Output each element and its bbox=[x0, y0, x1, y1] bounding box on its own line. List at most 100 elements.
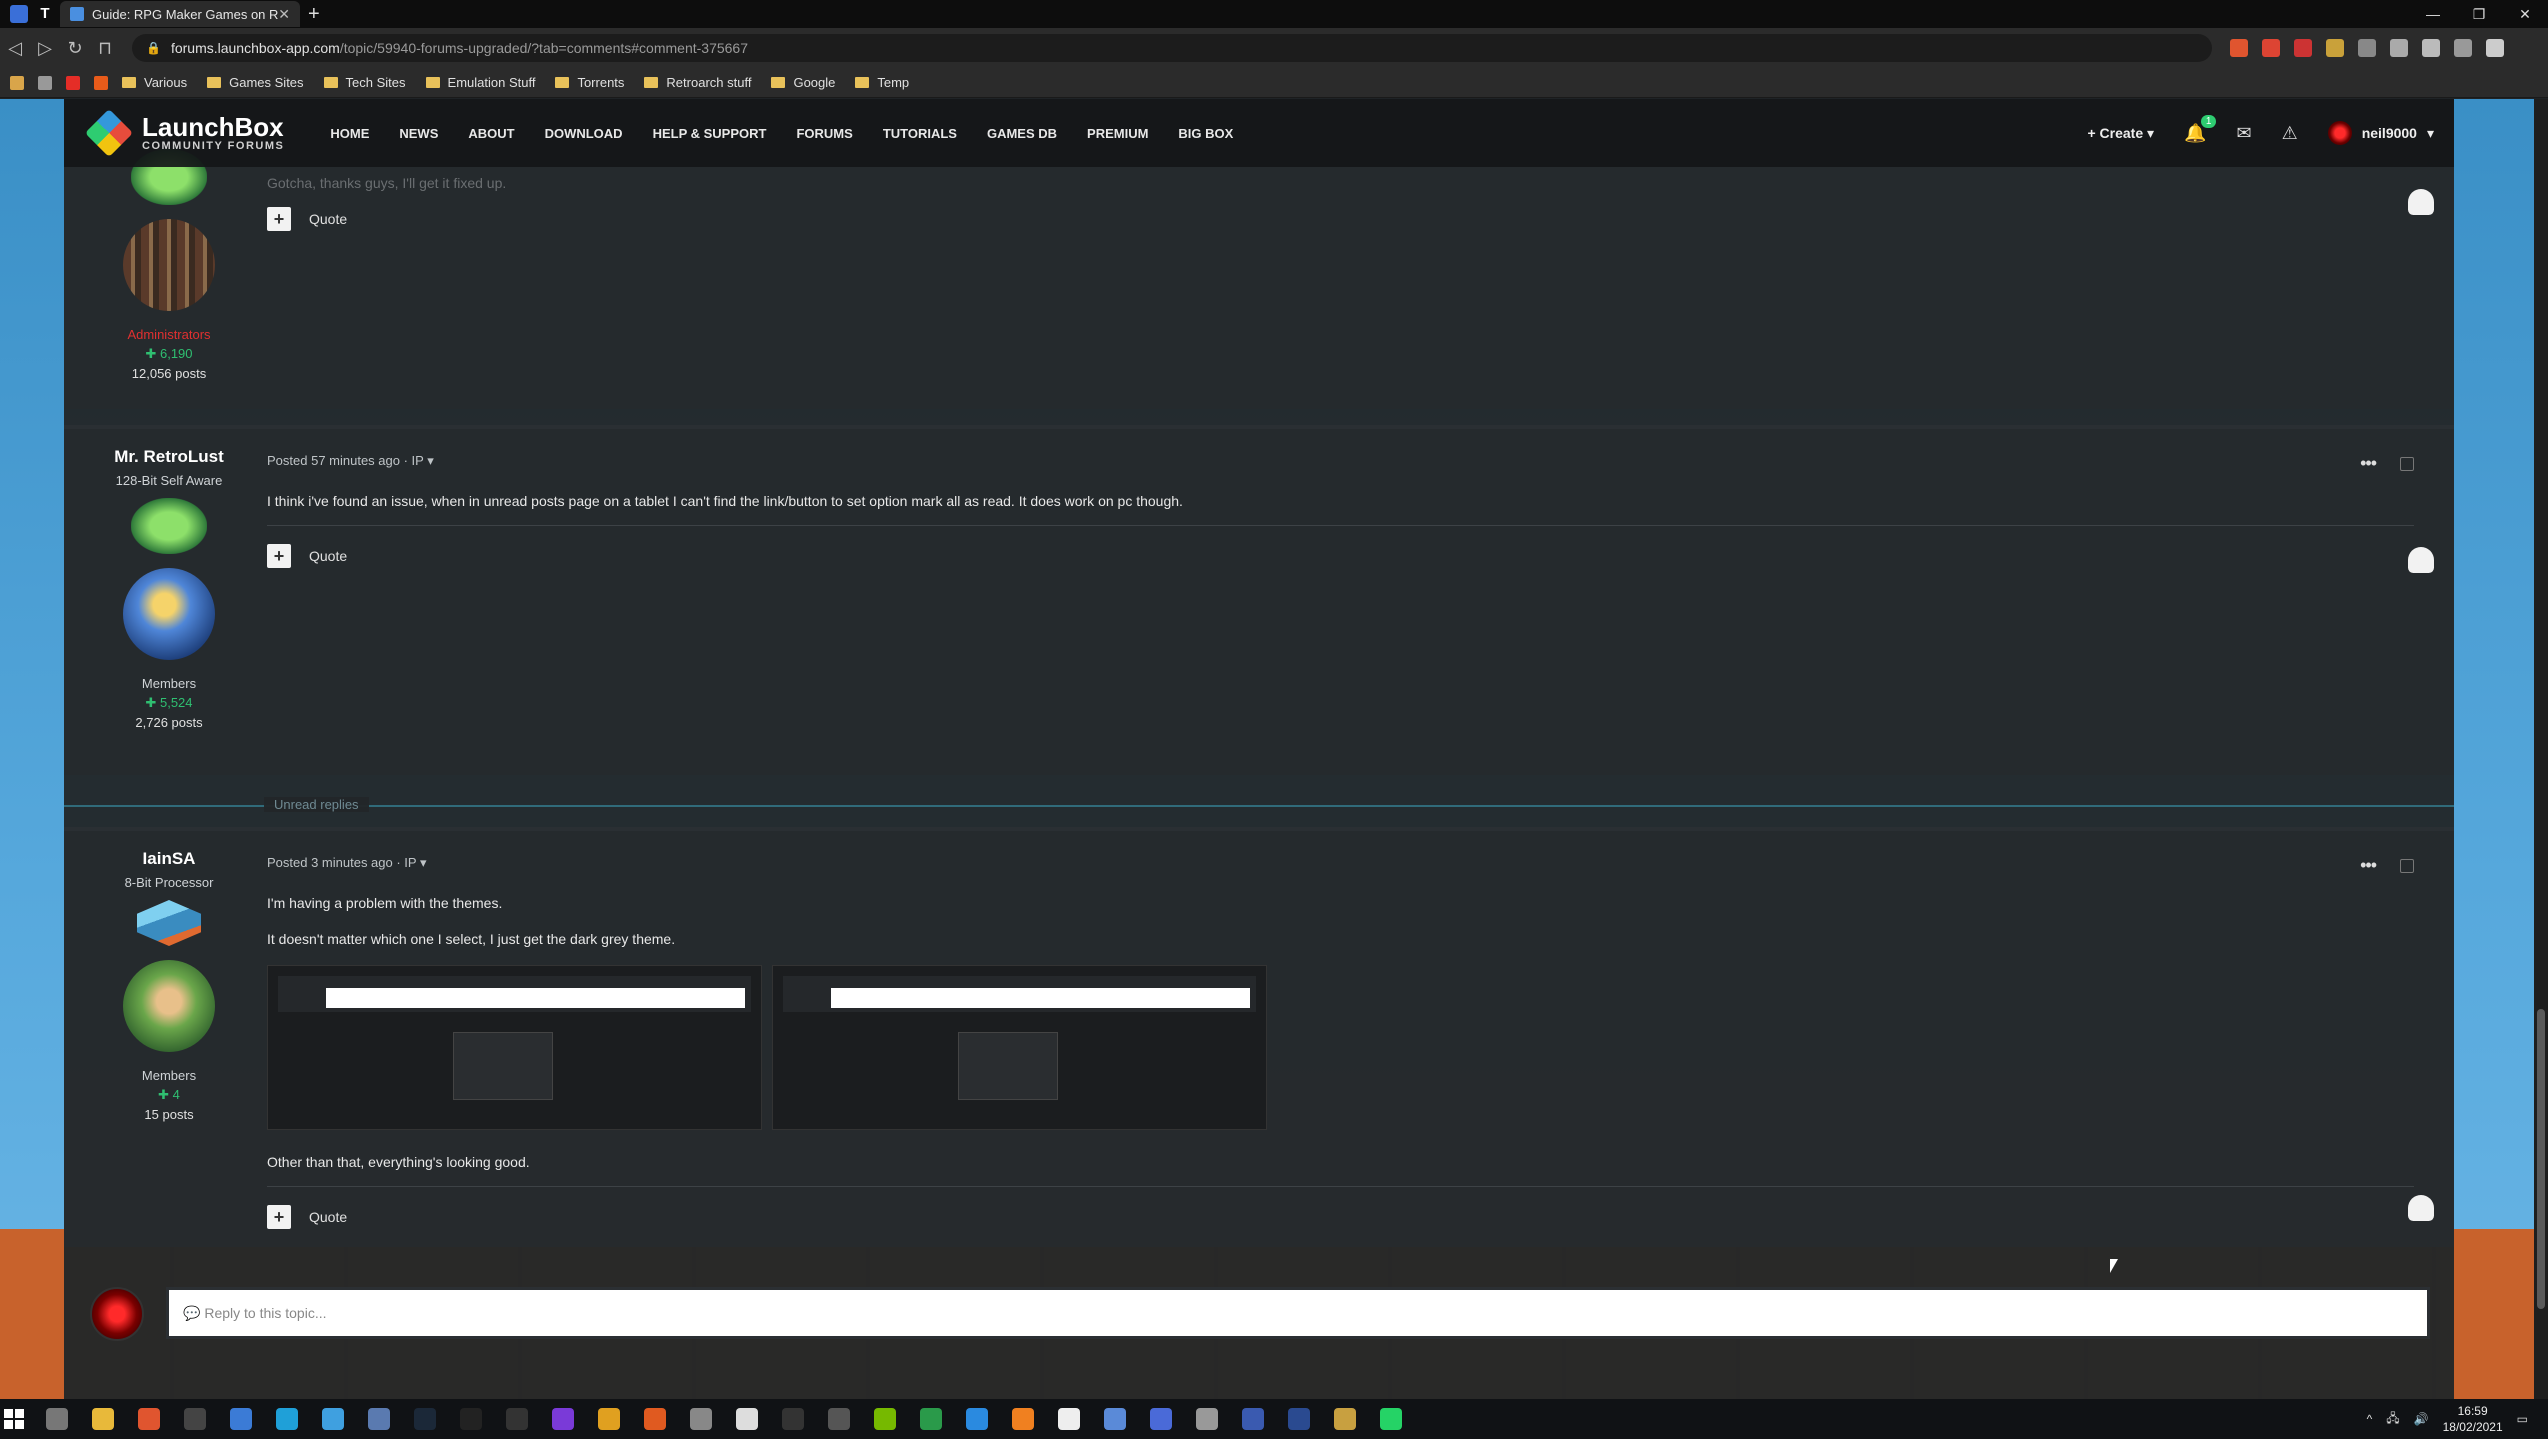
new-tab-button[interactable]: + bbox=[308, 3, 320, 26]
avatar[interactable] bbox=[123, 960, 215, 1052]
launchbox-logo-icon[interactable] bbox=[84, 108, 134, 158]
tab-close-icon[interactable]: ✕ bbox=[278, 6, 290, 23]
nav-about[interactable]: ABOUT bbox=[468, 126, 514, 141]
app-icon[interactable] bbox=[1150, 1408, 1172, 1430]
window-close-button[interactable]: ✕ bbox=[2502, 0, 2548, 28]
volume-icon[interactable]: 🔊 bbox=[2414, 1412, 2429, 1426]
avatar[interactable] bbox=[123, 219, 215, 311]
brave-shield-icon[interactable] bbox=[2230, 39, 2248, 57]
quote-button[interactable]: Quote bbox=[309, 548, 347, 564]
playlist-icon[interactable] bbox=[2454, 39, 2472, 57]
create-button[interactable]: + Create ▾ bbox=[2087, 125, 2154, 142]
url-bar[interactable]: 🔒 forums.launchbox-app.com /topic/59940-… bbox=[132, 34, 2212, 62]
extension-icon[interactable] bbox=[2358, 39, 2376, 57]
select-post-checkbox[interactable] bbox=[2400, 456, 2414, 471]
taskbar-clock[interactable]: 16:59 18/02/2021 bbox=[2443, 1403, 2503, 1435]
app-icon[interactable] bbox=[966, 1408, 988, 1430]
app-icon[interactable] bbox=[1104, 1408, 1126, 1430]
brave-browser-icon[interactable] bbox=[138, 1408, 160, 1430]
bookmark-app-icon[interactable] bbox=[10, 75, 24, 90]
vlc-icon[interactable] bbox=[1012, 1408, 1034, 1430]
network-icon[interactable]: 🖧 bbox=[2386, 1409, 2399, 1430]
app-icon[interactable] bbox=[828, 1408, 850, 1430]
app-icon[interactable] bbox=[1242, 1408, 1264, 1430]
nav-premium[interactable]: PREMIUM bbox=[1087, 126, 1148, 141]
page-scrollbar[interactable] bbox=[2534, 99, 2548, 1399]
task-view-icon[interactable] bbox=[46, 1408, 68, 1430]
puzzle-icon[interactable] bbox=[2422, 39, 2440, 57]
epic-games-icon[interactable] bbox=[506, 1408, 528, 1430]
site-logo[interactable]: LaunchBox COMMUNITY FORUMS bbox=[142, 114, 284, 152]
messages-envelope-icon[interactable]: ✉ bbox=[2236, 123, 2251, 144]
notifications-bell-icon[interactable]: 🔔 1 bbox=[2184, 114, 2217, 144]
app-icon[interactable] bbox=[598, 1408, 620, 1430]
nav-forums[interactable]: FORUMS bbox=[796, 126, 852, 141]
user-menu[interactable]: neil9000 ▾ bbox=[2327, 121, 2434, 145]
bookmark-folder[interactable]: Emulation Stuff bbox=[425, 75, 535, 90]
youtube-icon[interactable] bbox=[66, 75, 80, 90]
extension-icon[interactable] bbox=[2326, 39, 2344, 57]
more-options-icon[interactable]: ••• bbox=[2360, 855, 2377, 876]
nav-games-db[interactable]: GAMES DB bbox=[987, 126, 1057, 141]
reaction-mushroom-icon[interactable] bbox=[2408, 547, 2434, 573]
extension-icon[interactable] bbox=[2294, 39, 2312, 57]
notification-center-icon[interactable]: ▭ bbox=[2517, 1412, 2528, 1426]
app-icon[interactable] bbox=[1288, 1408, 1310, 1430]
rewards-icon[interactable] bbox=[2262, 39, 2280, 57]
scrollbar-thumb[interactable] bbox=[2537, 1009, 2545, 1309]
nav-download[interactable]: DOWNLOAD bbox=[545, 126, 623, 141]
menu-icon[interactable] bbox=[2486, 39, 2504, 57]
nav-help-support[interactable]: HELP & SUPPORT bbox=[653, 126, 767, 141]
minimize-button[interactable]: — bbox=[2410, 0, 2456, 28]
file-explorer-icon[interactable] bbox=[92, 1408, 114, 1430]
app-icon[interactable] bbox=[690, 1408, 712, 1430]
app-icon[interactable] bbox=[368, 1408, 390, 1430]
pinned-tab-icon[interactable]: T bbox=[36, 5, 54, 23]
nvidia-icon[interactable] bbox=[874, 1408, 896, 1430]
warning-icon[interactable]: ⚠ bbox=[2282, 123, 2298, 144]
forward-icon[interactable]: ▷ bbox=[30, 38, 60, 59]
react-plus-button[interactable]: + bbox=[267, 1205, 291, 1229]
bookmark-app-icon[interactable] bbox=[38, 75, 52, 90]
react-plus-button[interactable]: + bbox=[267, 544, 291, 568]
app-icon[interactable] bbox=[1058, 1408, 1080, 1430]
author-name[interactable]: Mr. RetroLust bbox=[64, 447, 274, 467]
restore-button[interactable]: ❐ bbox=[2456, 0, 2502, 28]
extension-icon[interactable] bbox=[2390, 39, 2408, 57]
bookmark-folder[interactable]: Tech Sites bbox=[323, 75, 406, 90]
bookmark-folder[interactable]: Google bbox=[771, 75, 835, 90]
app-icon[interactable] bbox=[552, 1408, 574, 1430]
app-icon[interactable] bbox=[276, 1408, 298, 1430]
steam-icon[interactable] bbox=[414, 1408, 436, 1430]
reaction-mushroom-icon[interactable] bbox=[2408, 1195, 2434, 1221]
start-button[interactable] bbox=[4, 1409, 24, 1429]
author-name[interactable]: IainSA bbox=[64, 849, 274, 869]
store-icon[interactable] bbox=[184, 1408, 206, 1430]
select-post-checkbox[interactable] bbox=[2400, 858, 2414, 873]
nav-big-box[interactable]: BIG BOX bbox=[1178, 126, 1233, 141]
app-icon[interactable] bbox=[920, 1408, 942, 1430]
origin-icon[interactable] bbox=[644, 1408, 666, 1430]
avatar[interactable] bbox=[123, 568, 215, 660]
bookmark-folder[interactable]: Temp bbox=[855, 75, 909, 90]
app-icon[interactable] bbox=[460, 1408, 482, 1430]
browser-menu-icon[interactable] bbox=[10, 5, 28, 23]
nav-home[interactable]: HOME bbox=[330, 126, 369, 141]
app-icon[interactable] bbox=[782, 1408, 804, 1430]
bookmark-app-icon[interactable] bbox=[94, 75, 108, 90]
bookmark-folder[interactable]: Various bbox=[122, 75, 187, 90]
more-options-icon[interactable]: ••• bbox=[2360, 453, 2377, 474]
app-icon[interactable] bbox=[1334, 1408, 1356, 1430]
screenshot-thumbnail[interactable] bbox=[267, 965, 762, 1130]
react-plus-button[interactable]: + bbox=[267, 207, 291, 231]
screenshot-thumbnail[interactable] bbox=[772, 965, 1267, 1130]
tray-chevron-icon[interactable]: ^ bbox=[2367, 1412, 2373, 1426]
whatsapp-icon[interactable] bbox=[1380, 1408, 1402, 1430]
reaction-mushroom-icon[interactable] bbox=[2408, 189, 2434, 215]
browser-tab-active[interactable]: Guide: RPG Maker Games on RG351 ( ✕ bbox=[60, 1, 300, 27]
app-icon[interactable] bbox=[1196, 1408, 1218, 1430]
launchbox-icon[interactable] bbox=[230, 1408, 252, 1430]
reload-icon[interactable]: ↻ bbox=[60, 38, 90, 59]
bookmark-folder[interactable]: Games Sites bbox=[207, 75, 304, 90]
quote-button[interactable]: Quote bbox=[309, 1209, 347, 1225]
